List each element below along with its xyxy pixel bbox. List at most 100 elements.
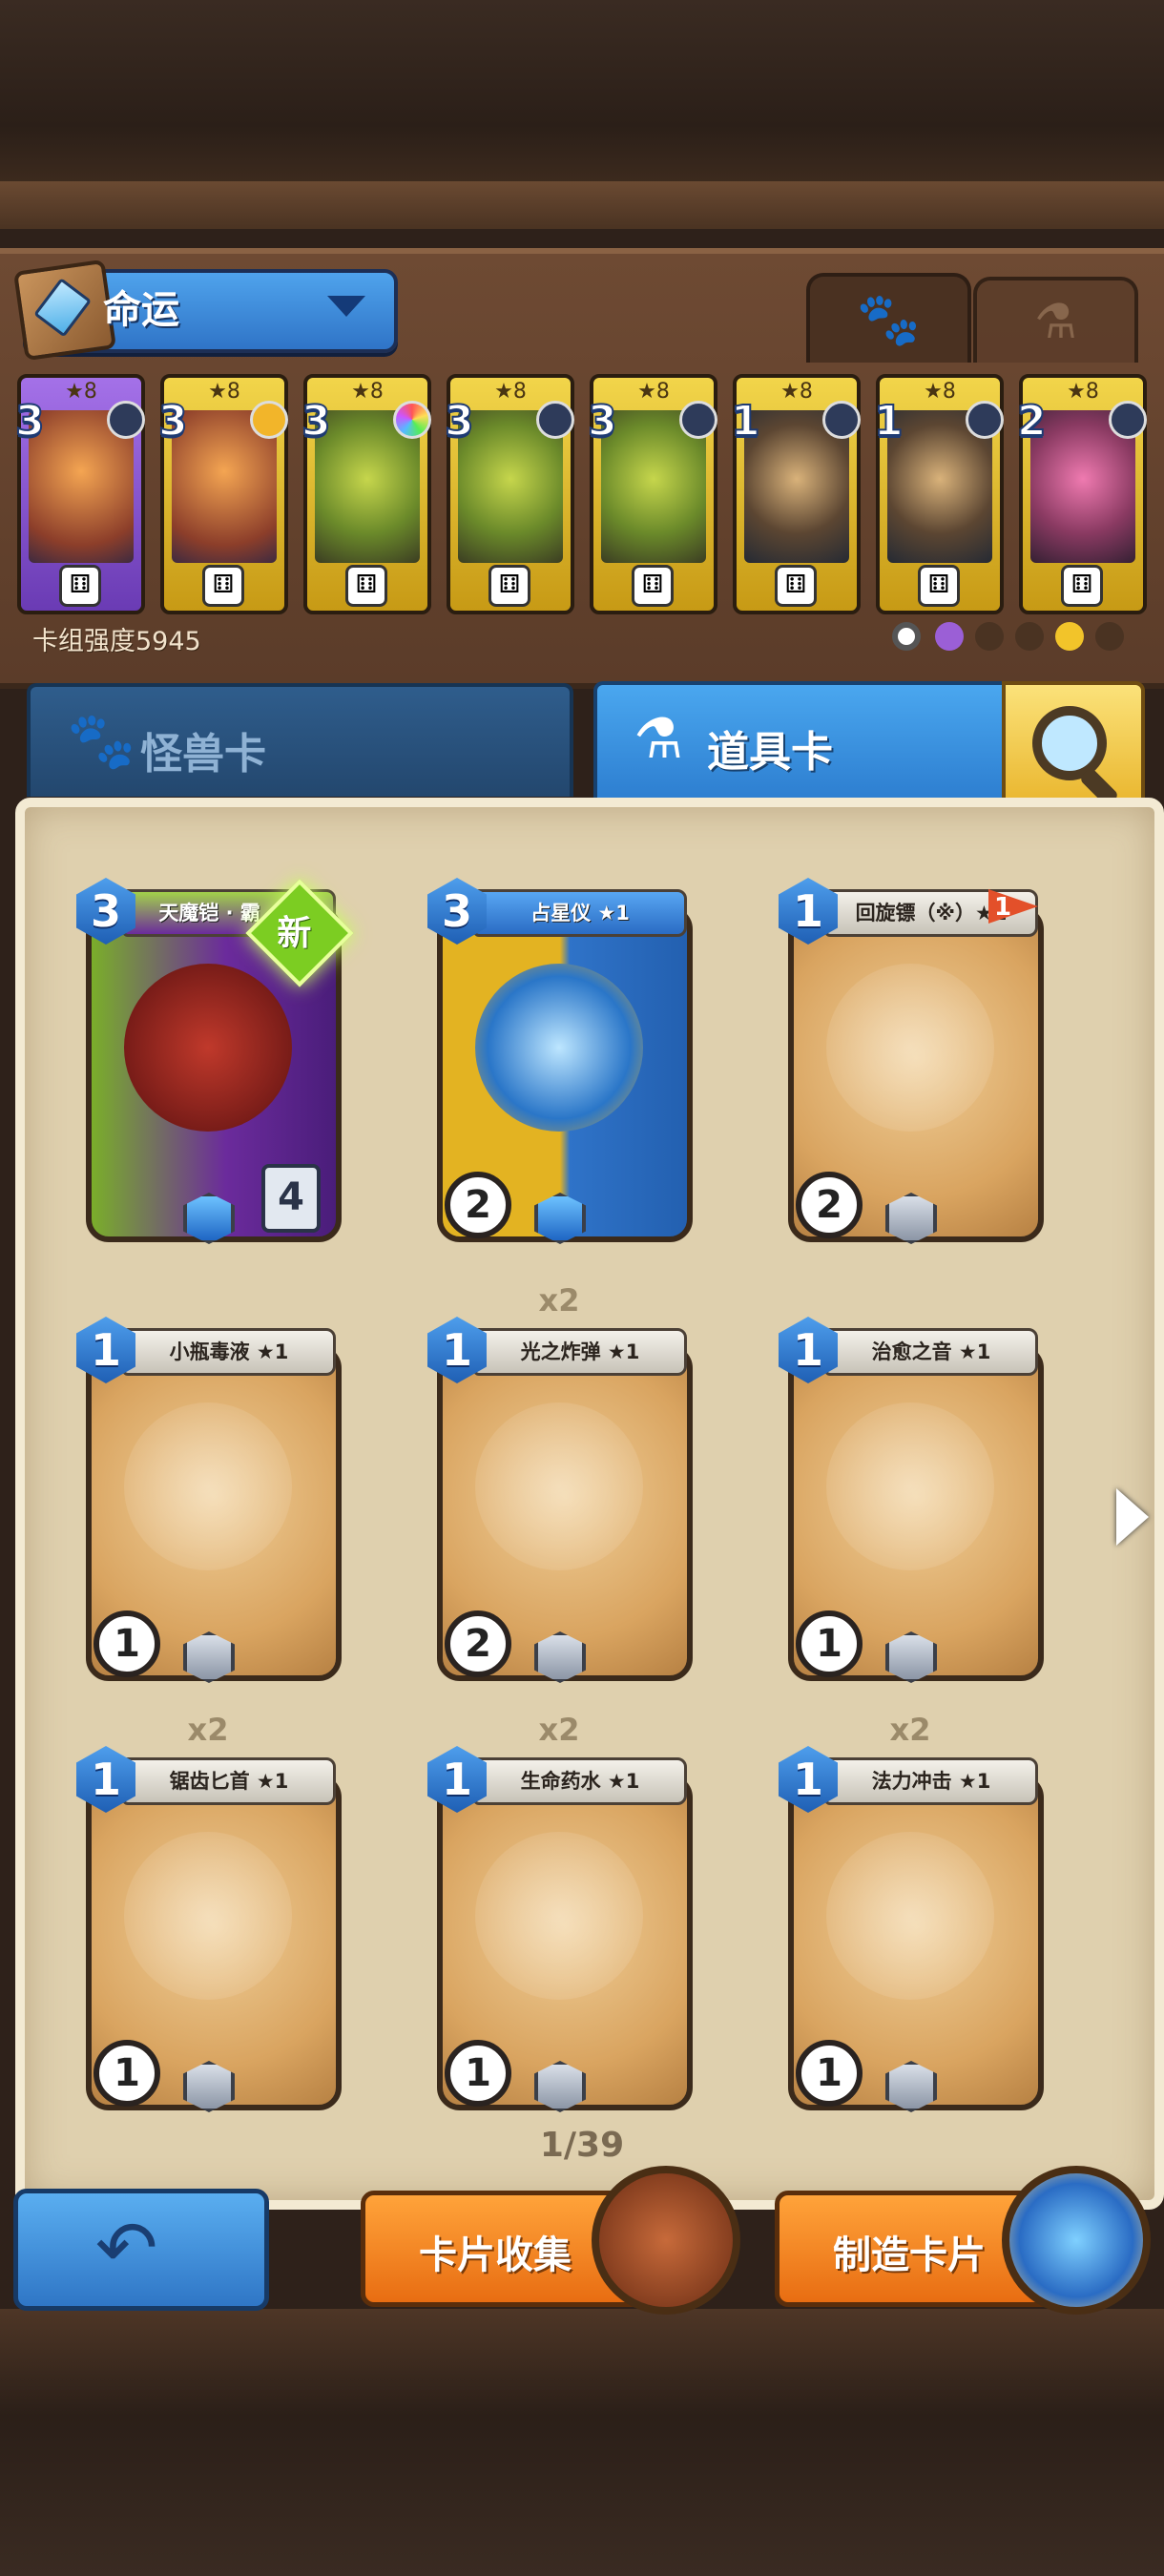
card-name: 生命药水 ★1 <box>520 1770 640 1793</box>
gem-icon <box>536 401 574 439</box>
deck-card[interactable]: ★8 3 ⚅ <box>157 374 288 614</box>
item-card[interactable]: 回旋镖（※）★1 1 2 1 <box>779 878 1044 1259</box>
gem-icon <box>822 401 861 439</box>
dice-icon: ⚅ <box>488 565 530 607</box>
card-banner: 治愈之音 ★1 <box>824 1328 1038 1376</box>
dice-icon: ⚅ <box>202 565 244 607</box>
card-copies: x2 <box>889 1712 931 1748</box>
filter-gold-icon[interactable] <box>1055 622 1084 651</box>
search-icon <box>1032 706 1107 780</box>
card-banner: 小瓶毒液 ★1 <box>122 1328 336 1376</box>
paw-icon: 🐾 <box>856 289 922 349</box>
card-banner: 锯齿匕首 ★1 <box>122 1757 336 1805</box>
card-cost-value: 1 <box>441 1754 472 1805</box>
card-art <box>826 964 994 1132</box>
deck-card[interactable]: ★8 2 ⚅ <box>1016 374 1147 614</box>
card-stat: 1 <box>94 1610 160 1677</box>
card-level: 3 <box>14 396 46 447</box>
filter-monster-icon[interactable] <box>975 622 1004 651</box>
item-card[interactable]: 小瓶毒液 ★1 1 1 <box>76 1317 342 1698</box>
deck-card[interactable]: ★8 3 ⚅ <box>444 374 574 614</box>
gem-icon <box>250 401 288 439</box>
card-banner: 法力冲击 ★1 <box>824 1757 1038 1805</box>
page-indicator: 1/39 <box>539 2126 625 2165</box>
card-level: 3 <box>587 396 618 447</box>
card-stat: 2 <box>796 1172 863 1238</box>
dice-icon: ⚅ <box>1061 565 1103 607</box>
deck-card[interactable]: ★8 3 ⚅ <box>587 374 717 614</box>
item-card[interactable]: 天魔铠 · 霸 ★1 3 新 4 <box>76 878 354 1259</box>
new-badge-label: 新 <box>277 914 312 954</box>
card-name: 占星仪 ★1 <box>530 902 630 924</box>
tab-monster-label: 怪兽卡 <box>140 730 266 779</box>
gem-icon <box>393 401 431 439</box>
dice-icon: ⚅ <box>59 565 101 607</box>
flask-icon: ⚗ <box>634 706 683 771</box>
item-card[interactable]: x2 光之炸弹 ★1 1 2 <box>427 1282 693 1698</box>
deck-card[interactable]: ★8 3 ⚅ <box>301 374 431 614</box>
tab-monster-deck[interactable]: 🐾 <box>806 273 971 363</box>
card-banner: 生命药水 ★1 <box>473 1757 687 1805</box>
tab-potion-deck[interactable]: ⚗ <box>973 277 1138 363</box>
card-name: 治愈之音 ★1 <box>871 1340 991 1363</box>
card-level: 1 <box>730 396 761 447</box>
bottom-wood-background <box>0 2309 1164 2576</box>
craft-card-label: 制造卡片 <box>833 2233 986 2277</box>
card-cost-value: 1 <box>792 885 823 937</box>
next-page-arrow-icon[interactable] <box>1116 1488 1149 1546</box>
item-card[interactable]: 治愈之音 ★1 1 1 <box>779 1317 1044 1698</box>
filter-monster3-icon[interactable] <box>1095 622 1124 651</box>
gem-icon <box>679 401 717 439</box>
card-cost-value: 3 <box>90 885 121 937</box>
tab-monster-cards[interactable]: 🐾 怪兽卡 <box>27 683 573 797</box>
paw-icon: 🐾 <box>67 708 136 773</box>
card-cost-value: 1 <box>792 1754 823 1805</box>
item-card[interactable]: x2 锯齿匕首 ★1 1 1 <box>76 1712 342 2128</box>
card-banner: 光之炸弹 ★1 <box>473 1328 687 1376</box>
tab-item-cards[interactable]: ⚗ 道具卡 <box>593 681 1011 800</box>
card-art <box>124 1402 292 1570</box>
dice-icon: ⚅ <box>775 565 817 607</box>
filter-monster2-icon[interactable] <box>1015 622 1044 651</box>
top-wood-background <box>0 0 1164 229</box>
deck-card[interactable]: ★8 1 ⚅ <box>730 374 861 614</box>
tab-item-label: 道具卡 <box>707 728 833 777</box>
dice-icon: ⚅ <box>632 565 674 607</box>
filter-purple-icon[interactable] <box>935 622 964 651</box>
gem-icon <box>1109 401 1147 439</box>
card-stat: 1 <box>445 2040 511 2107</box>
card-name: 法力冲击 ★1 <box>871 1770 991 1793</box>
card-stat: 1 <box>796 1610 863 1677</box>
deck-card[interactable]: ★8 3 ⚅ <box>14 374 145 614</box>
dice-icon: ⚅ <box>345 565 387 607</box>
deck-card[interactable]: ★8 1 ⚅ <box>873 374 1004 614</box>
deck-book-icon <box>12 259 117 362</box>
gem-icon <box>966 401 1004 439</box>
card-collection-label: 卡片收集 <box>419 2233 572 2277</box>
item-card[interactable]: 占星仪 ★1 3 2 <box>427 878 693 1259</box>
gem-icon <box>107 401 145 439</box>
card-level: 2 <box>1016 396 1048 447</box>
card-stat: 2 <box>445 1172 511 1238</box>
filter-neutral-icon[interactable] <box>892 622 921 651</box>
card-level: 3 <box>301 396 332 447</box>
card-cost-value: 1 <box>441 1324 472 1376</box>
dice-icon: ⚅ <box>918 565 960 607</box>
chevron-down-icon[interactable] <box>327 296 365 317</box>
card-book-icon <box>592 2166 740 2315</box>
card-stat: 1 <box>796 2040 863 2107</box>
shield-stat: 4 <box>261 1164 321 1233</box>
item-card[interactable]: x2 生命药水 ★1 1 1 <box>427 1712 693 2128</box>
card-name: 小瓶毒液 ★1 <box>169 1340 289 1363</box>
card-stat: 2 <box>445 1610 511 1677</box>
item-card[interactable]: x2 法力冲击 ★1 1 1 <box>779 1712 1044 2128</box>
card-art <box>124 964 292 1132</box>
card-art <box>826 1832 994 2000</box>
card-level: 1 <box>873 396 904 447</box>
card-banner: 占星仪 ★1 <box>473 889 687 937</box>
card-stat: 1 <box>94 2040 160 2107</box>
card-art <box>475 964 643 1132</box>
deck-name: 命运 <box>103 288 179 332</box>
card-level: 3 <box>444 396 475 447</box>
card-name: 锯齿匕首 ★1 <box>169 1770 289 1793</box>
